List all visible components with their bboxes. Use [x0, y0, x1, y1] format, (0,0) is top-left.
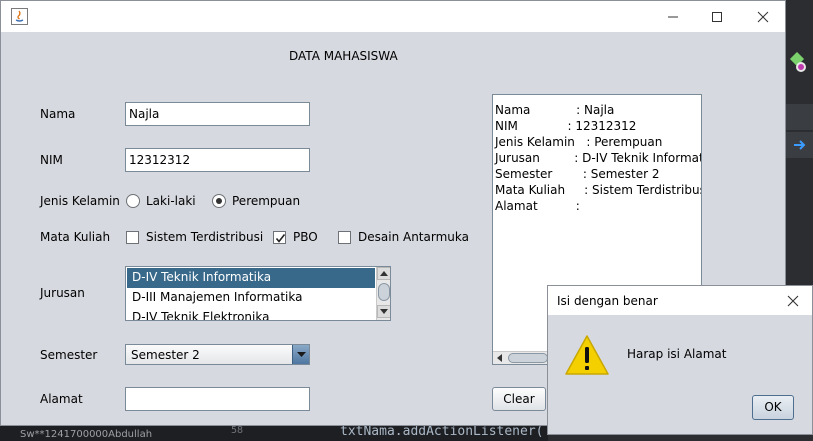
- arrow-down-icon: [380, 309, 388, 314]
- radio-selected-dot: [216, 198, 222, 204]
- ide-editor-strip: Sw**1241700000Abdullah 58 txtNama.addAct…: [0, 425, 548, 441]
- combo-dropdown-button[interactable]: [292, 345, 309, 364]
- arrow-left-icon: [497, 354, 502, 362]
- checkmark-icon: [275, 234, 286, 243]
- dialog-close-button[interactable]: [774, 286, 812, 315]
- dialog-message: Harap isi Alamat: [627, 347, 727, 361]
- close-icon: [787, 295, 799, 306]
- jurusan-label: Jurusan: [40, 286, 85, 300]
- alamat-label: Alamat: [40, 392, 83, 406]
- java-app-icon: [11, 8, 28, 25]
- output-line: Jenis Kelamin : Perempuan: [495, 135, 663, 149]
- nama-input[interactable]: Najla: [125, 102, 310, 126]
- jenis-kelamin-label: Jenis Kelamin: [40, 194, 120, 208]
- output-line: Alamat :: [495, 199, 580, 213]
- checkbox-sistem-terdistribusi[interactable]: [126, 231, 139, 244]
- code-fragment: txtNama.addActionListener(: [340, 424, 544, 439]
- nim-label: NIM: [40, 153, 63, 167]
- output-line: NIM : 12312312: [495, 119, 637, 133]
- close-icon: [757, 11, 769, 22]
- arrow-right-icon: [794, 140, 806, 150]
- jurusan-list[interactable]: D-IV Teknik Informatika D-III Manajemen …: [125, 266, 391, 321]
- dialog-title-bar[interactable]: Isi dengan benar: [548, 286, 812, 315]
- horizontal-scroll-thumb[interactable]: [508, 353, 548, 363]
- list-scrollbar[interactable]: [376, 267, 390, 320]
- output-line: Jurusan : D-IV Teknik Informatika: [495, 151, 702, 165]
- arrow-up-icon: [380, 271, 388, 276]
- checkbox-desain-antarmuka-label[interactable]: Desain Antarmuka: [358, 230, 469, 244]
- list-item[interactable]: D-III Manajemen Informatika: [127, 288, 375, 308]
- maximize-button[interactable]: [695, 1, 739, 32]
- radio-perempuan-label[interactable]: Perempuan: [232, 194, 300, 208]
- radio-laki-laki[interactable]: [126, 194, 140, 208]
- radio-laki-laki-label[interactable]: Laki-laki: [146, 194, 196, 208]
- list-item[interactable]: D-IV Teknik Elektronika: [127, 308, 375, 320]
- ide-tab-label[interactable]: Sw**1241700000Abdullah: [20, 429, 152, 440]
- ok-button[interactable]: OK: [752, 395, 794, 420]
- dialog-title: Isi dengan benar: [557, 294, 658, 308]
- scroll-up-button[interactable]: [377, 267, 390, 280]
- ide-tool-button[interactable]: [785, 104, 813, 130]
- ide-tool-button[interactable]: [785, 132, 813, 158]
- checkbox-pbo-label[interactable]: PBO: [293, 230, 318, 244]
- radio-perempuan[interactable]: [212, 194, 226, 208]
- plugin-icon: [789, 52, 806, 72]
- mata-kuliah-label: Mata Kuliah: [40, 230, 111, 244]
- line-number: 58: [231, 425, 244, 436]
- form-heading: DATA MAHASISWA: [289, 49, 398, 63]
- minimize-button[interactable]: [651, 1, 695, 32]
- title-bar[interactable]: [1, 1, 785, 32]
- nim-input[interactable]: 12312312: [125, 148, 310, 172]
- close-button[interactable]: [741, 1, 785, 32]
- maximize-icon: [712, 11, 722, 22]
- chevron-down-icon: [297, 352, 306, 357]
- list-item[interactable]: D-IV Teknik Informatika: [127, 268, 375, 288]
- alamat-input[interactable]: [125, 387, 310, 411]
- semester-label: Semester: [40, 348, 98, 362]
- semester-selected-value: Semester 2: [131, 348, 200, 362]
- output-line: Mata Kuliah : Sistem TerdistribusiD: [495, 183, 702, 197]
- warning-dialog: Isi dengan benar Harap isi Alamat OK: [547, 285, 813, 435]
- checkbox-pbo[interactable]: [273, 231, 286, 244]
- output-line: Semester : Semester 2: [495, 167, 660, 181]
- clear-button[interactable]: Clear: [492, 387, 546, 411]
- warning-icon: [565, 335, 609, 375]
- nama-label: Nama: [40, 107, 76, 121]
- minimize-icon: [668, 16, 678, 17]
- checkbox-desain-antarmuka[interactable]: [338, 231, 351, 244]
- scroll-down-button[interactable]: [377, 305, 390, 318]
- semester-combobox[interactable]: Semester 2: [125, 344, 310, 365]
- checkbox-sistem-terdistribusi-label[interactable]: Sistem Terdistribusi: [146, 230, 263, 244]
- scroll-thumb[interactable]: [378, 283, 390, 301]
- output-line: Nama : Najla: [495, 103, 615, 117]
